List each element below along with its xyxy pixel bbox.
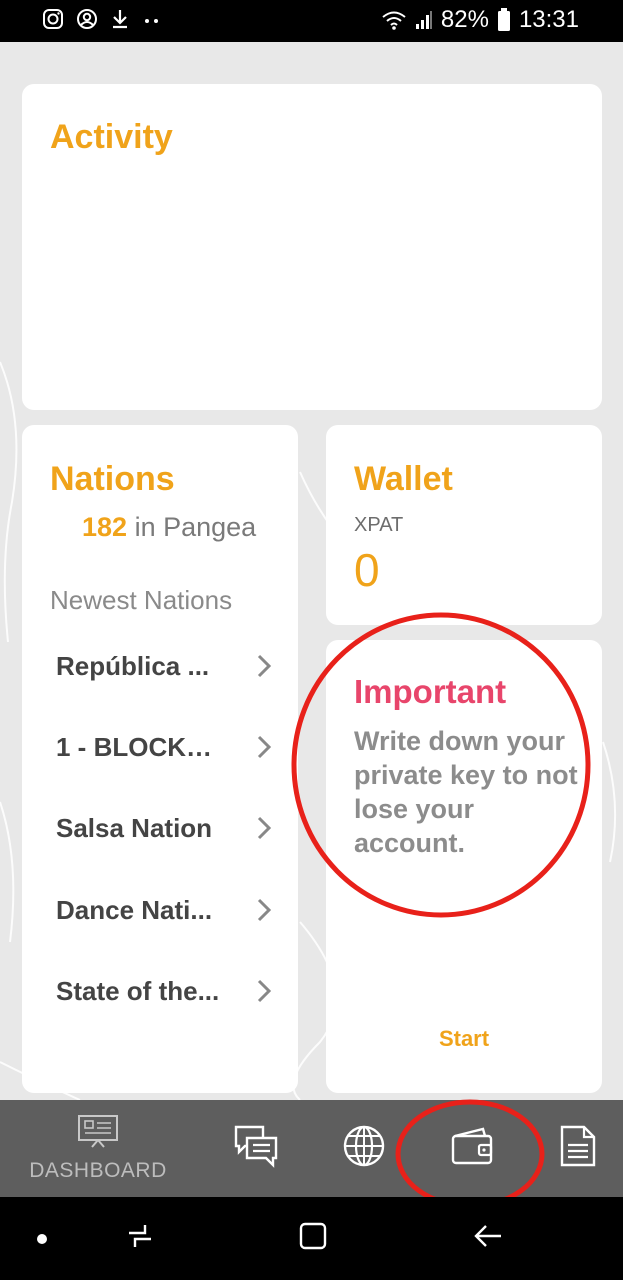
wallet-card[interactable]: Wallet XPAT 0 — [326, 425, 602, 625]
status-bar: 82% 13:31 — [0, 0, 623, 42]
nations-count-suffix: in Pangea — [127, 512, 257, 542]
important-message: Write down your private key to not lose … — [354, 726, 578, 858]
account-circle-icon — [76, 8, 98, 30]
wallet-icon — [449, 1126, 495, 1171]
nav-globe[interactable] — [332, 1100, 396, 1197]
document-icon — [559, 1124, 597, 1173]
battery-percent: 82% — [440, 6, 489, 33]
chevron-right-icon — [256, 654, 272, 683]
chevron-right-icon — [256, 898, 272, 927]
chat-icon — [233, 1124, 279, 1173]
nations-count-number: 182 — [82, 512, 128, 542]
back-button[interactable] — [458, 1197, 518, 1280]
dot-indicator — [22, 1197, 62, 1280]
nation-list-item[interactable]: 1 - BLOCKC... — [56, 722, 276, 772]
signal-icon — [415, 9, 433, 31]
wallet-title: Wallet — [354, 460, 453, 498]
more-dots-icon — [142, 8, 162, 30]
start-button[interactable]: Start — [326, 1026, 602, 1052]
chevron-right-icon — [256, 979, 272, 1008]
nation-list-item[interactable]: Dance Nati... — [56, 885, 276, 935]
wallet-currency: XPAT — [354, 514, 404, 536]
nations-count: 182 in Pangea — [82, 512, 256, 543]
battery-icon — [497, 8, 511, 32]
wallet-balance: 0 — [354, 544, 380, 596]
back-arrow-icon — [473, 1221, 503, 1256]
chevron-right-icon — [256, 816, 272, 845]
system-navigation-bar — [0, 1197, 623, 1280]
download-icon — [110, 8, 130, 30]
nations-card: Nations 182 in Pangea Newest Nations Rep… — [22, 425, 298, 1093]
chevron-right-icon — [256, 735, 272, 764]
recent-apps-icon — [125, 1221, 155, 1256]
newest-nations-label: Newest Nations — [50, 585, 233, 615]
nav-dashboard[interactable]: DASHBOARD — [18, 1100, 178, 1197]
activity-title: Activity — [50, 118, 173, 156]
dashboard-label: DASHBOARD — [29, 1159, 167, 1182]
clock: 13:31 — [518, 6, 579, 33]
nation-name: Salsa Nation — [56, 812, 213, 843]
nations-title: Nations — [50, 460, 175, 498]
wifi-icon — [381, 9, 407, 31]
important-card: Important Write down your private key to… — [326, 640, 602, 1093]
globe-icon — [342, 1124, 386, 1173]
nation-name: Dance Nati... — [56, 894, 213, 925]
nation-name: República ... — [56, 650, 210, 681]
home-button[interactable] — [283, 1197, 343, 1280]
nation-list-item[interactable]: República ... — [56, 641, 276, 691]
home-icon — [298, 1221, 328, 1256]
recent-apps-button[interactable] — [110, 1197, 170, 1280]
nav-chat[interactable] — [224, 1100, 288, 1197]
dashboard-icon — [76, 1114, 120, 1153]
nation-name: 1 - BLOCKC... — [56, 731, 226, 762]
nav-document[interactable] — [546, 1100, 610, 1197]
nation-name: State of the... — [56, 975, 220, 1006]
nation-list-item[interactable]: Salsa Nation — [56, 803, 276, 853]
important-title: Important — [354, 673, 507, 710]
instagram-icon — [42, 8, 64, 30]
nation-list-item[interactable]: State of the... — [56, 966, 276, 1016]
nav-wallet[interactable] — [440, 1100, 504, 1197]
bottom-navigation: DASHBOARD — [0, 1100, 623, 1197]
activity-card[interactable]: Activity — [22, 84, 602, 410]
